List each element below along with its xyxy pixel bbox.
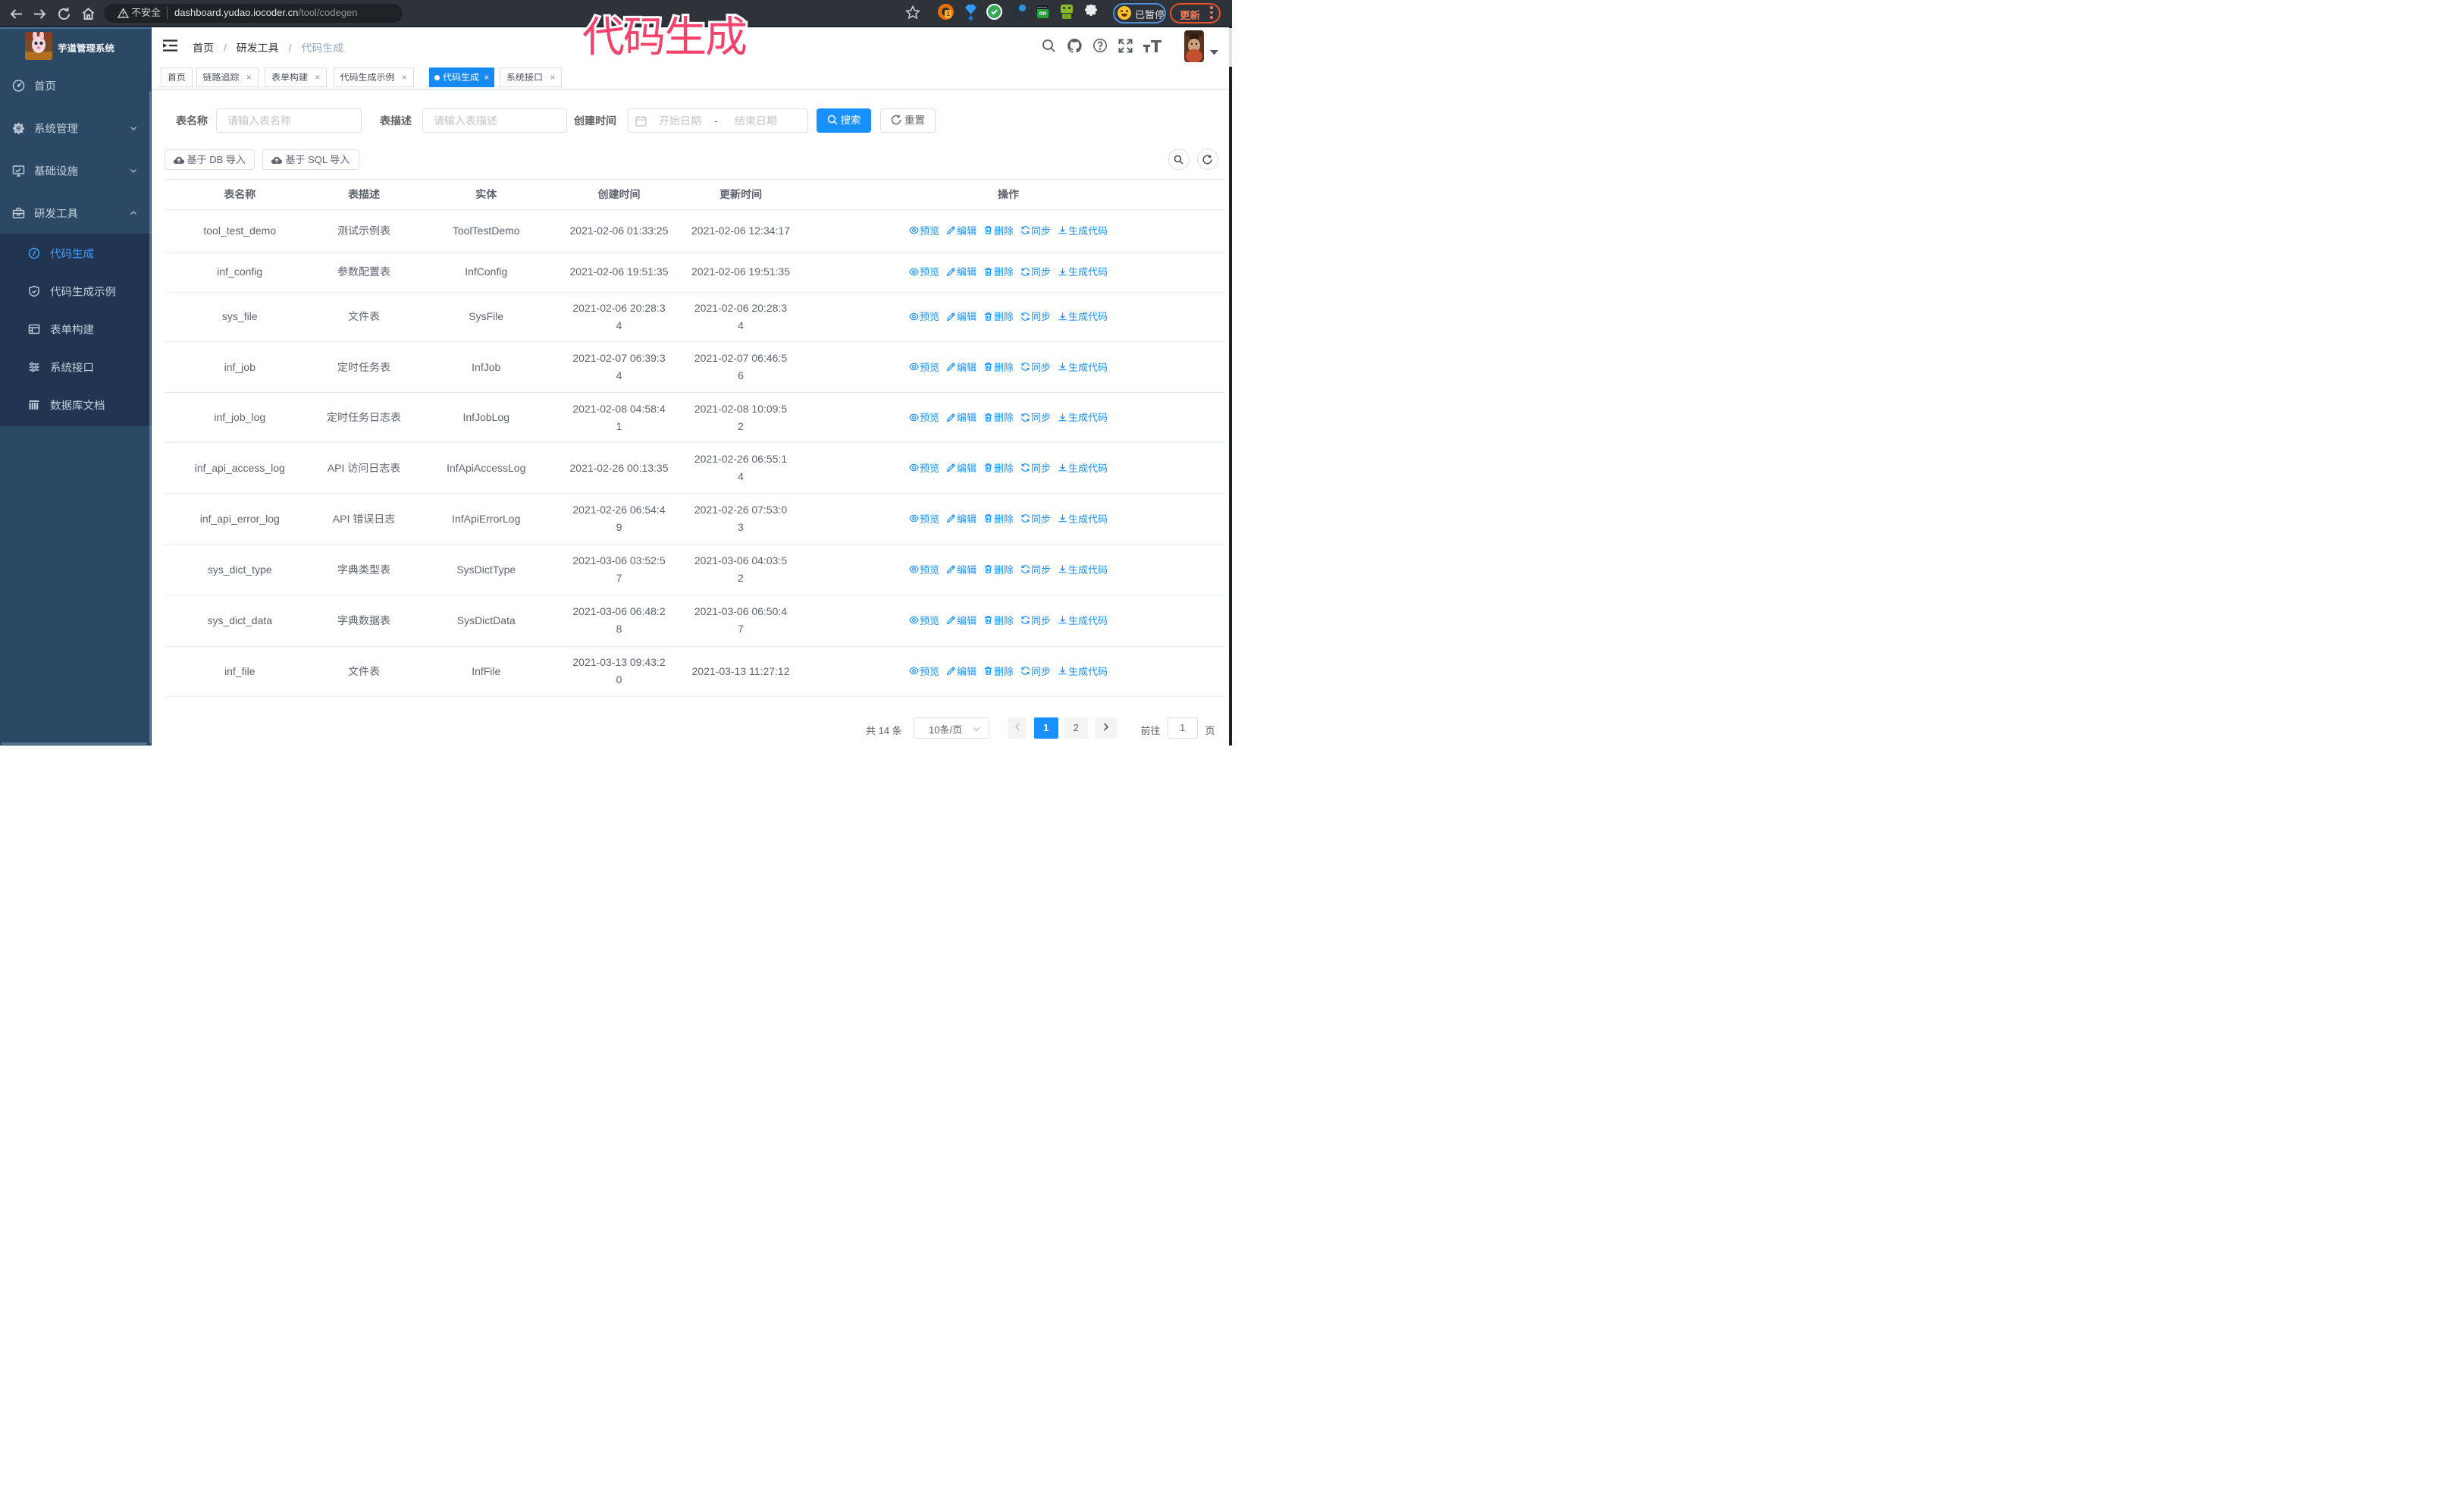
svg-text:代码生成: 代码生成 xyxy=(582,6,746,64)
